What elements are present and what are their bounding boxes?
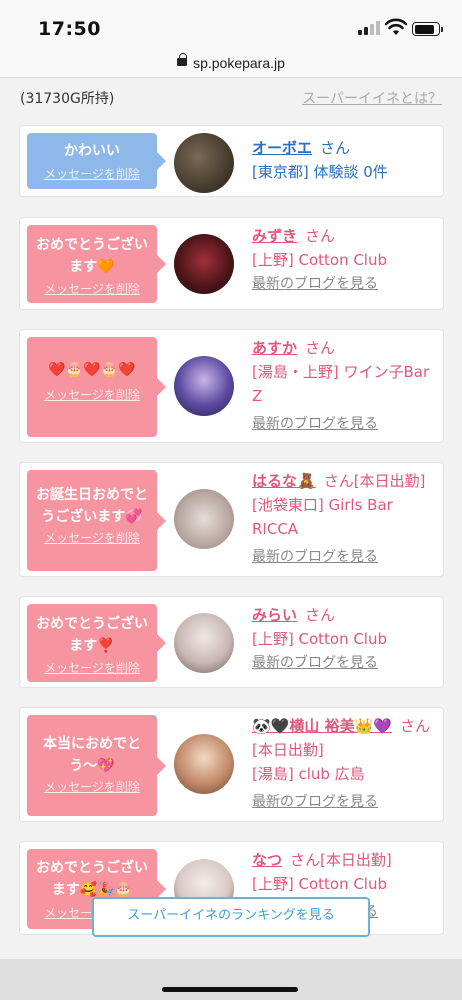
delete-message-link[interactable]: メッセージを削除 [27,660,157,676]
avatar[interactable] [174,234,234,294]
list-item: 本当におめでとう〜💖 メッセージを削除 🐼🖤横山 裕美👑💜 さん[本日出勤] [湯… [19,707,444,822]
avatar[interactable] [174,356,234,416]
list-item: お誕生日おめでとうございます💞 メッセージを削除 はるな🧸 さん[本日出勤] [池… [19,462,444,577]
delete-message-link[interactable]: メッセージを削除 [27,530,157,546]
gold-balance: (31730G所持) [20,91,115,107]
message-text: かわいい [64,143,120,159]
honorific: さん[本日出勤] [323,472,426,490]
user-name-link[interactable]: 🐼🖤横山 裕美👑💜 [252,717,392,735]
cellular-signal-icon [358,21,380,35]
wifi-icon [384,18,408,35]
latest-blog-link[interactable]: 最新のブログを見る [252,545,433,569]
message-bubble: おめでとうございます❣️ メッセージを削除 [27,604,166,682]
honorific: さん [320,139,351,157]
message-text: 本当におめでとう〜💖 [43,736,141,774]
user-info: 🐼🖤横山 裕美👑💜 さん[本日出勤] [湯島] club 広島 最新のブログを見る [252,714,433,814]
message-text: お誕生日おめでとうございます💞 [36,487,148,525]
avatar[interactable] [174,489,234,549]
message-bubble: ❤️🎂❤️🎂❤️ メッセージを削除 [27,337,166,437]
honorific: さん [305,606,336,624]
latest-blog-link[interactable]: 最新のブログを見る [252,272,433,296]
user-info: みらい さん [上野] Cotton Club 最新のブログを見る [252,603,433,675]
message-bubble: お誕生日おめでとうございます💞 メッセージを削除 [27,470,166,571]
message-bubble: かわいい メッセージを削除 [27,133,166,189]
avatar[interactable] [174,613,234,673]
status-bar: 17:50 [0,0,462,48]
latest-blog-link[interactable]: 最新のブログを見る [252,651,433,675]
message-text: ❤️🎂❤️🎂❤️ [48,362,136,378]
user-name-link[interactable]: はるな🧸 [252,472,316,490]
latest-blog-link[interactable]: 最新のブログを見る [252,412,433,436]
delete-message-link[interactable]: メッセージを削除 [27,779,157,795]
avatar[interactable] [174,734,234,794]
list-item: おめでとうございます❣️ メッセージを削除 みらい さん [上野] Cotton … [19,596,444,688]
avatar[interactable] [174,133,234,193]
shop-link[interactable]: [池袋東口] Girls Bar RICCA [252,493,433,541]
user-name-link[interactable]: オーボエ [252,139,312,157]
message-text: おめでとうございます❣️ [36,616,148,654]
background-strip [0,959,462,1000]
super-iine-ranking-button[interactable]: スーパーイイネのランキングを見る [92,897,370,937]
user-name-link[interactable]: みずき [252,227,297,245]
honorific: さん[本日出勤] [290,851,392,869]
shop-link[interactable]: [湯島・上野] ワイン子Bar Z [252,360,433,408]
page-content: (31730G所持) スーパーイイネとは？ かわいい メッセージを削除 オーボエ… [0,79,462,1000]
shop-link[interactable]: [上野] Cotton Club [252,248,433,272]
battery-icon [412,22,443,36]
message-text: おめでとうございます🧡 [36,237,148,275]
lock-icon [177,53,188,68]
list-item: おめでとうございます🧡 メッセージを削除 みずき さん [上野] Cotton C… [19,217,444,310]
honorific: さん [305,339,336,357]
user-info: みずき さん [上野] Cotton Club 最新のブログを見る [252,224,433,296]
url-text: sp.pokepara.jp [193,54,285,71]
user-info: あすか さん [湯島・上野] ワイン子Bar Z 最新のブログを見る [252,336,433,436]
shop-link[interactable]: [上野] Cotton Club [252,872,433,896]
message-text: おめでとうございます🥰🎉🎂 [36,860,148,898]
list-item: ❤️🎂❤️🎂❤️ メッセージを削除 あすか さん [湯島・上野] ワイン子Bar … [19,329,444,443]
user-info: はるな🧸 さん[本日出勤] [池袋東口] Girls Bar RICCA 最新のブ… [252,469,433,569]
address-bar[interactable]: sp.pokepara.jp [0,48,462,78]
latest-blog-link[interactable]: 最新のブログを見る [252,790,433,814]
page-header: (31730G所持) スーパーイイネとは？ [20,88,442,108]
user-location[interactable]: [東京都] 体験談 0件 [252,160,433,184]
delete-message-link[interactable]: メッセージを削除 [27,166,157,182]
message-bubble: おめでとうございます🧡 メッセージを削除 [27,225,166,303]
shop-link[interactable]: [上野] Cotton Club [252,627,433,651]
user-name-link[interactable]: なつ [252,851,282,869]
user-info: オーボエ さん [東京都] 体験談 0件 [252,136,433,184]
status-time: 17:50 [38,18,101,40]
home-indicator[interactable] [162,987,298,992]
honorific: さん [305,227,336,245]
shop-link[interactable]: [湯島] club 広島 [252,762,433,786]
list-item: かわいい メッセージを削除 オーボエ さん [東京都] 体験談 0件 [19,125,444,197]
message-bubble: 本当におめでとう〜💖 メッセージを削除 [27,715,166,816]
user-name-link[interactable]: みらい [252,606,297,624]
user-name-link[interactable]: あすか [252,339,297,357]
delete-message-link[interactable]: メッセージを削除 [27,387,157,403]
delete-message-link[interactable]: メッセージを削除 [27,281,157,297]
super-iine-help-link[interactable]: スーパーイイネとは？ [302,88,442,108]
